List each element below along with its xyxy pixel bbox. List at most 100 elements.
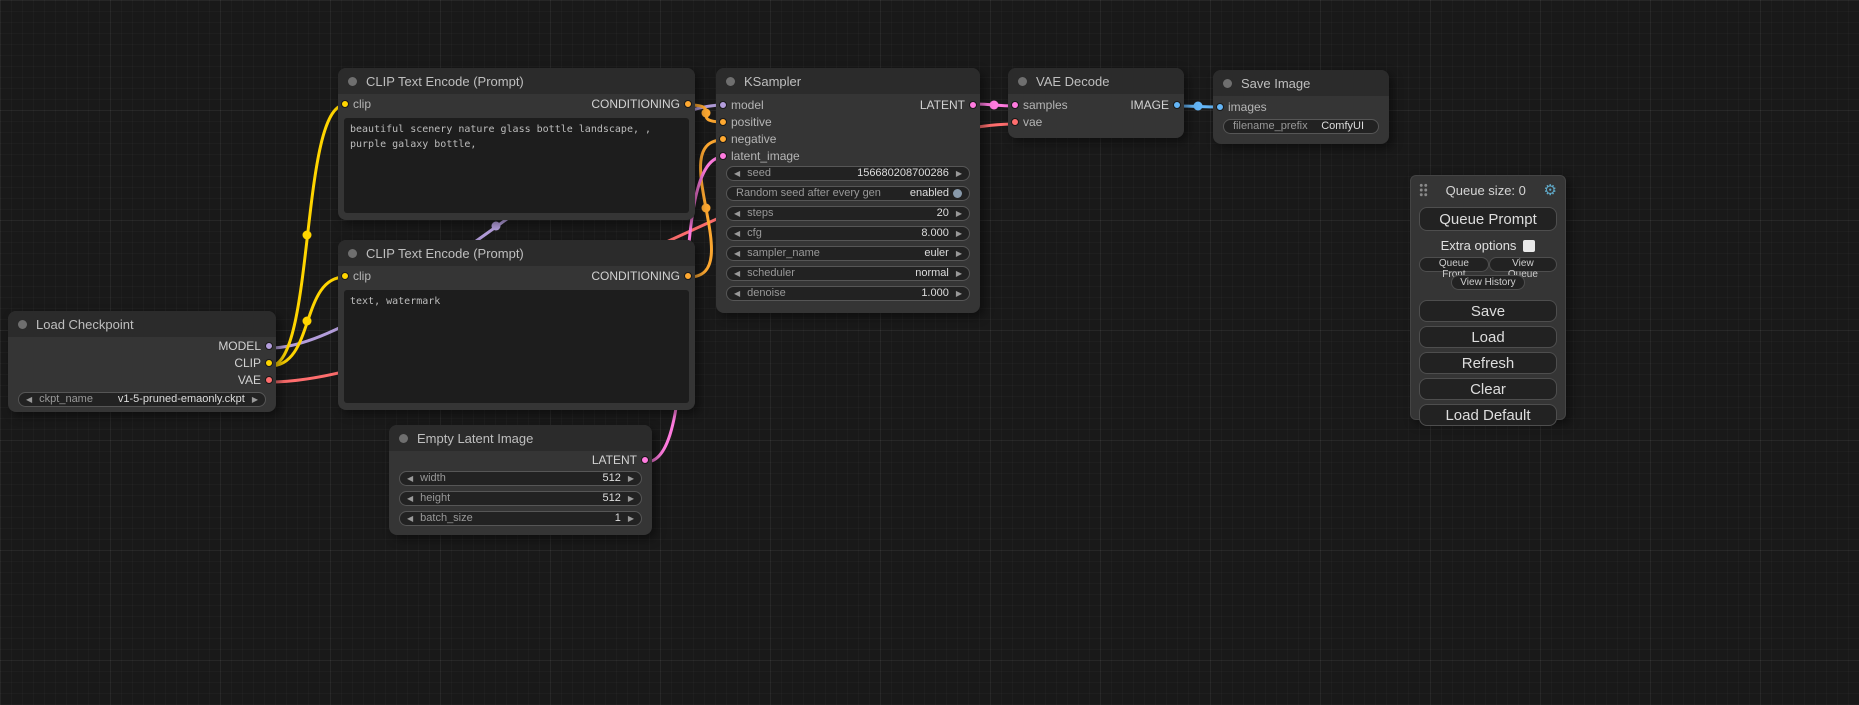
- output-dot-image[interactable]: [1173, 101, 1181, 109]
- node-empty-latent-image[interactable]: Empty Latent Image LATENT ◀ width 512 ▶ …: [389, 425, 652, 535]
- load-button[interactable]: Load: [1419, 326, 1557, 348]
- left-arrow-icon[interactable]: ◀: [734, 250, 740, 258]
- node-title-bar[interactable]: VAE Decode: [1008, 68, 1184, 94]
- input-dot-clip[interactable]: [341, 100, 349, 108]
- collapse-dot-icon[interactable]: [18, 320, 27, 329]
- widget-filename-prefix[interactable]: filename_prefix ComfyUI: [1223, 119, 1379, 134]
- input-dot-positive[interactable]: [719, 118, 727, 126]
- prompt-textarea[interactable]: text, watermark: [344, 290, 689, 403]
- collapse-dot-icon[interactable]: [348, 77, 357, 86]
- left-arrow-icon[interactable]: ◀: [407, 475, 413, 483]
- widget-control-after-generate[interactable]: Random seed after every gen enabled: [726, 186, 970, 201]
- link-midpoint-dot: [990, 101, 999, 110]
- view-history-button[interactable]: View History: [1451, 275, 1524, 290]
- toggle-on-icon[interactable]: [953, 189, 962, 198]
- output-dot-conditioning[interactable]: [684, 272, 692, 280]
- collapse-dot-icon[interactable]: [1223, 79, 1232, 88]
- link-midpoint-dot: [303, 231, 312, 240]
- widget-seed[interactable]: ◀ seed 156680208700286 ▶: [726, 166, 970, 181]
- node-ksampler[interactable]: KSampler model LATENT positive negative …: [716, 68, 980, 313]
- node-title-bar[interactable]: Load Checkpoint: [8, 311, 276, 337]
- widget-width[interactable]: ◀ width 512 ▶: [399, 471, 642, 486]
- left-arrow-icon[interactable]: ◀: [734, 170, 740, 178]
- right-arrow-icon[interactable]: ▶: [956, 270, 962, 278]
- right-arrow-icon[interactable]: ▶: [956, 230, 962, 238]
- widget-height[interactable]: ◀ height 512 ▶: [399, 491, 642, 506]
- input-dot-vae[interactable]: [1011, 118, 1019, 126]
- node-clip-text-encode-positive[interactable]: CLIP Text Encode (Prompt) clip CONDITION…: [338, 68, 695, 220]
- widget-batch-size[interactable]: ◀ batch_size 1 ▶: [399, 511, 642, 526]
- right-arrow-icon[interactable]: ▶: [628, 475, 634, 483]
- widget-name: Random seed after every gen: [736, 188, 881, 199]
- output-dot-latent[interactable]: [969, 101, 977, 109]
- link-midpoint-dot: [303, 317, 312, 326]
- output-dot-conditioning[interactable]: [684, 100, 692, 108]
- collapse-dot-icon[interactable]: [399, 434, 408, 443]
- collapse-dot-icon[interactable]: [348, 249, 357, 258]
- link-midpoint-dot: [1194, 102, 1203, 111]
- widget-cfg[interactable]: ◀ cfg 8.000 ▶: [726, 226, 970, 241]
- graph-canvas[interactable]: Load Checkpoint MODEL CLIP VAE ◀ ckpt_na…: [0, 0, 1859, 705]
- output-slot-latent: LATENT: [389, 451, 652, 468]
- left-arrow-icon[interactable]: ◀: [407, 515, 413, 523]
- collapse-dot-icon[interactable]: [1018, 77, 1027, 86]
- widget-denoise[interactable]: ◀ denoise 1.000 ▶: [726, 286, 970, 301]
- output-label: CONDITIONING: [591, 97, 680, 111]
- right-arrow-icon[interactable]: ▶: [956, 250, 962, 258]
- output-dot-model[interactable]: [265, 342, 273, 350]
- node-clip-text-encode-negative[interactable]: CLIP Text Encode (Prompt) clip CONDITION…: [338, 240, 695, 410]
- right-arrow-icon[interactable]: ▶: [628, 515, 634, 523]
- widget-sampler-name[interactable]: ◀ sampler_name euler ▶: [726, 246, 970, 261]
- node-load-checkpoint[interactable]: Load Checkpoint MODEL CLIP VAE ◀ ckpt_na…: [8, 311, 276, 412]
- drag-handle-icon[interactable]: [1419, 183, 1428, 197]
- node-title-bar[interactable]: Save Image: [1213, 70, 1389, 96]
- left-arrow-icon[interactable]: ◀: [734, 210, 740, 218]
- queue-prompt-button[interactable]: Queue Prompt: [1419, 207, 1557, 231]
- input-dot-samples[interactable]: [1011, 101, 1019, 109]
- left-arrow-icon[interactable]: ◀: [734, 270, 740, 278]
- right-arrow-icon[interactable]: ▶: [956, 290, 962, 298]
- right-arrow-icon[interactable]: ▶: [956, 210, 962, 218]
- widget-ckpt-name[interactable]: ◀ ckpt_name v1-5-pruned-emaonly.ckpt ▶: [18, 392, 266, 407]
- collapse-dot-icon[interactable]: [726, 77, 735, 86]
- node-title-bar[interactable]: CLIP Text Encode (Prompt): [338, 240, 695, 266]
- left-arrow-icon[interactable]: ◀: [26, 396, 32, 404]
- left-arrow-icon[interactable]: ◀: [734, 290, 740, 298]
- right-arrow-icon[interactable]: ▶: [956, 170, 962, 178]
- widget-name: denoise: [747, 288, 786, 299]
- output-label: VAE: [238, 373, 261, 387]
- slot-row: samples IMAGE: [1008, 96, 1184, 113]
- node-title-bar[interactable]: KSampler: [716, 68, 980, 94]
- settings-gear-icon[interactable]: ⚙: [1544, 183, 1557, 198]
- clear-button[interactable]: Clear: [1419, 378, 1557, 400]
- node-title: Save Image: [1241, 76, 1310, 91]
- output-label: CLIP: [234, 356, 261, 370]
- input-dot-negative[interactable]: [719, 135, 727, 143]
- node-title-bar[interactable]: Empty Latent Image: [389, 425, 652, 451]
- view-queue-button[interactable]: View Queue: [1489, 257, 1557, 272]
- refresh-button[interactable]: Refresh: [1419, 352, 1557, 374]
- right-arrow-icon[interactable]: ▶: [252, 396, 258, 404]
- save-button[interactable]: Save: [1419, 300, 1557, 322]
- node-save-image[interactable]: Save Image images filename_prefix ComfyU…: [1213, 70, 1389, 144]
- left-arrow-icon[interactable]: ◀: [407, 495, 413, 503]
- node-vae-decode[interactable]: VAE Decode samples IMAGE vae: [1008, 68, 1184, 138]
- widget-steps[interactable]: ◀ steps 20 ▶: [726, 206, 970, 221]
- right-arrow-icon[interactable]: ▶: [628, 495, 634, 503]
- widget-scheduler[interactable]: ◀ scheduler normal ▶: [726, 266, 970, 281]
- output-dot-vae[interactable]: [265, 376, 273, 384]
- load-default-button[interactable]: Load Default: [1419, 404, 1557, 426]
- output-dot-latent[interactable]: [641, 456, 649, 464]
- output-dot-clip[interactable]: [265, 359, 273, 367]
- input-dot-clip[interactable]: [341, 272, 349, 280]
- input-dot-latent-image[interactable]: [719, 152, 727, 160]
- extra-options-checkbox[interactable]: [1523, 240, 1535, 252]
- left-arrow-icon[interactable]: ◀: [734, 230, 740, 238]
- input-dot-images[interactable]: [1216, 103, 1224, 111]
- node-title-bar[interactable]: CLIP Text Encode (Prompt): [338, 68, 695, 94]
- widget-name: height: [420, 493, 450, 504]
- widget-name: filename_prefix: [1233, 121, 1308, 132]
- queue-front-button[interactable]: Queue Front: [1419, 257, 1489, 272]
- prompt-textarea[interactable]: beautiful scenery nature glass bottle la…: [344, 118, 689, 213]
- input-dot-model[interactable]: [719, 101, 727, 109]
